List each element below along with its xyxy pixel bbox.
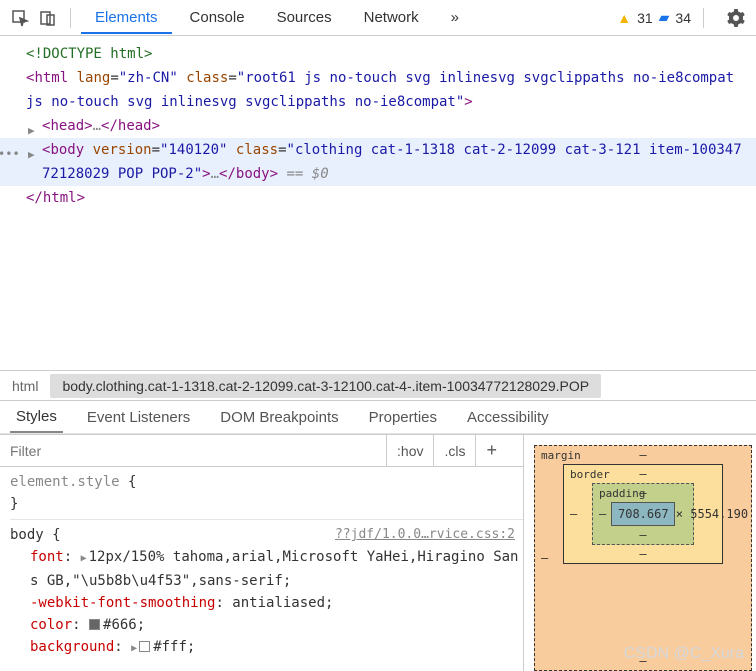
tabs-overflow-icon[interactable]: » xyxy=(437,1,473,34)
hov-toggle[interactable]: :hov xyxy=(386,435,433,466)
tab-sources[interactable]: Sources xyxy=(263,1,346,34)
box-model[interactable]: margin – border – – padding – – 708.667 … xyxy=(524,435,756,671)
margin-bottom: – xyxy=(639,654,646,668)
device-toggle-icon[interactable] xyxy=(36,6,60,30)
subtab-event-listeners[interactable]: Event Listeners xyxy=(81,403,196,432)
cls-toggle[interactable]: .cls xyxy=(433,435,475,466)
subtab-dom-breakpoints[interactable]: DOM Breakpoints xyxy=(214,403,344,432)
border-bottom: – xyxy=(639,547,646,561)
source-link[interactable]: ??jdf/1.0.0…rvice.css:2 xyxy=(335,524,515,546)
border-left: – xyxy=(570,507,577,521)
padding-top: – xyxy=(639,486,646,500)
rule-body[interactable]: ??jdf/1.0.0…rvice.css:2 body { font: ▶12… xyxy=(10,524,523,664)
subtab-styles[interactable]: Styles xyxy=(10,402,63,433)
selected-dots-icon: ••• xyxy=(0,142,20,166)
margin-top: – xyxy=(639,448,646,462)
styles-panel: :hov .cls + element.style { } ??jdf/1.0.… xyxy=(0,435,524,671)
message-icon[interactable]: ▰ xyxy=(659,9,670,26)
toolbar-status: ▲ 31 ▰ 34 xyxy=(617,6,748,30)
crumb-body[interactable]: body.clothing.cat-1-1318.cat-2-12099.cat… xyxy=(50,374,601,398)
breadcrumb: html body.clothing.cat-1-1318.cat-2-1209… xyxy=(0,370,756,400)
dom-html-open[interactable]: <html lang="zh-CN" class="root61 js no-t… xyxy=(0,66,756,114)
settings-icon[interactable] xyxy=(724,6,748,30)
padding-bottom: – xyxy=(639,528,646,542)
crumb-html[interactable]: html xyxy=(0,374,50,398)
separator xyxy=(703,8,704,28)
message-count: 34 xyxy=(675,10,691,26)
prop-color[interactable]: color: #666; xyxy=(10,614,523,636)
prop-font[interactable]: font: ▶12px/150% tahoma,arial,Microsoft … xyxy=(10,546,523,592)
styles-area: :hov .cls + element.style { } ??jdf/1.0.… xyxy=(0,434,756,671)
tab-network[interactable]: Network xyxy=(350,1,433,34)
dom-tree[interactable]: <!DOCTYPE html> <html lang="zh-CN" class… xyxy=(0,36,756,370)
separator xyxy=(70,8,71,28)
inspect-icon[interactable] xyxy=(8,6,32,30)
content-size: 708.667 × 5554.190 xyxy=(611,502,675,526)
color-swatch-icon[interactable] xyxy=(139,641,150,652)
prop-background[interactable]: background: ▶#fff; xyxy=(10,636,523,660)
new-rule-button[interactable]: + xyxy=(475,435,507,466)
warning-icon[interactable]: ▲ xyxy=(617,10,631,26)
filter-input[interactable] xyxy=(0,443,386,459)
border-top: – xyxy=(639,467,646,481)
margin-label: margin xyxy=(541,449,581,462)
warning-count: 31 xyxy=(637,10,653,26)
dom-doctype[interactable]: <!DOCTYPE html> xyxy=(0,42,756,66)
dom-html-close[interactable]: </html> xyxy=(0,186,756,210)
styles-subtabs: Styles Event Listeners DOM Breakpoints P… xyxy=(0,400,756,434)
tab-console[interactable]: Console xyxy=(176,1,259,34)
border-label: border xyxy=(570,468,610,481)
rule-element-style[interactable]: element.style { } xyxy=(10,471,523,520)
css-rules: element.style { } ??jdf/1.0.0…rvice.css:… xyxy=(0,467,523,664)
dom-head[interactable]: ▶<head>…</head> xyxy=(0,114,756,138)
subtab-accessibility[interactable]: Accessibility xyxy=(461,403,555,432)
prop-font-smoothing[interactable]: -webkit-font-smoothing: antialiased; xyxy=(10,592,523,614)
tab-elements[interactable]: Elements xyxy=(81,1,172,34)
padding-left: – xyxy=(599,507,606,521)
dom-body[interactable]: •••▶<body version="140120" class="clothi… xyxy=(0,138,756,186)
devtools-toolbar: Elements Console Sources Network » ▲ 31 … xyxy=(0,0,756,36)
subtab-properties[interactable]: Properties xyxy=(363,403,443,432)
color-swatch-icon[interactable] xyxy=(89,619,100,630)
margin-left: – xyxy=(541,551,548,565)
expand-arrow-icon[interactable]: ▶ xyxy=(28,143,35,167)
filter-row: :hov .cls + xyxy=(0,435,523,467)
